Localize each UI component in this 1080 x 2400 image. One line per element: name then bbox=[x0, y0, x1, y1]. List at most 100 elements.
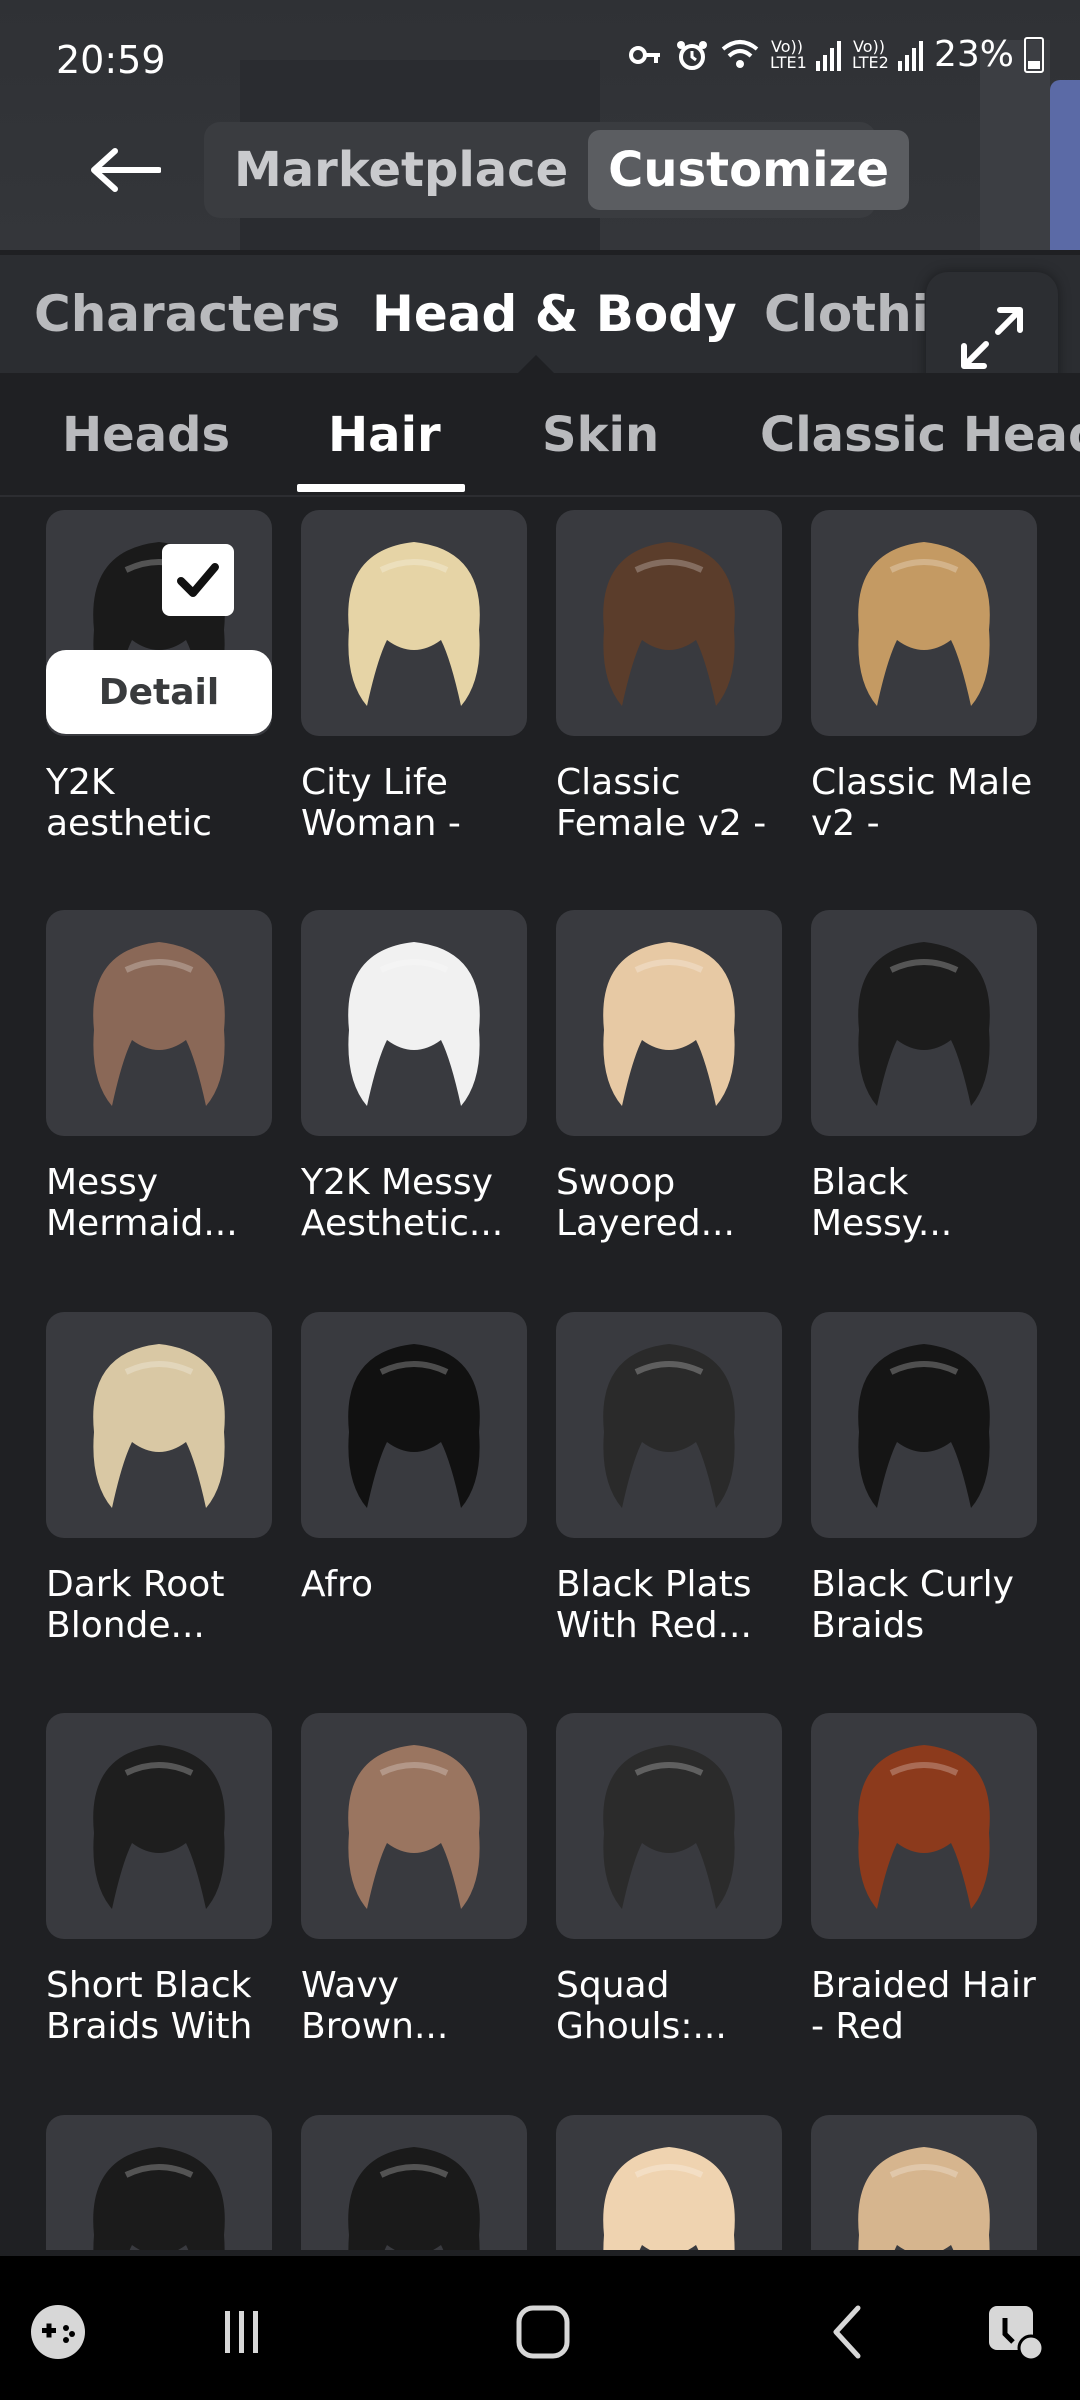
hair-item-name: Swoop Layered... bbox=[556, 1162, 735, 1244]
hair-thumbnail[interactable] bbox=[811, 1312, 1037, 1538]
hair-item-name: Black Plats With Red... bbox=[556, 1564, 752, 1646]
hair-icon bbox=[348, 1344, 480, 1508]
hair-thumbnail[interactable] bbox=[301, 1312, 527, 1538]
hair-item-card[interactable]: Wavy Brown... bbox=[301, 1713, 527, 2047]
hair-thumbnail[interactable] bbox=[46, 1312, 272, 1538]
hair-icon bbox=[348, 942, 480, 1106]
hair-thumbnail[interactable] bbox=[811, 510, 1037, 736]
hair-icon bbox=[858, 542, 990, 706]
selected-checkbox[interactable] bbox=[162, 544, 234, 616]
hair-thumbnail[interactable] bbox=[46, 1713, 272, 1939]
hair-thumbnail[interactable] bbox=[46, 2115, 272, 2250]
hair-item-card[interactable]: City Life Woman - bbox=[301, 510, 527, 844]
hair-icon bbox=[603, 542, 735, 706]
hair-item-card[interactable]: Dark Root Blonde... bbox=[46, 1312, 272, 1646]
check-icon bbox=[177, 563, 219, 597]
back-arrow-icon bbox=[91, 148, 161, 192]
hair-item-name: Classic Male v2 - bbox=[811, 762, 1033, 844]
hair-item-name: Afro bbox=[301, 1564, 374, 1605]
hair-thumbnail[interactable] bbox=[811, 910, 1037, 1136]
game-controller-button[interactable] bbox=[18, 2292, 98, 2372]
hair-icon bbox=[858, 2147, 990, 2250]
hair-thumbnail[interactable] bbox=[301, 1713, 527, 1939]
active-tab-underline bbox=[297, 484, 465, 492]
hair-thumbnail[interactable]: Detail bbox=[46, 510, 272, 736]
hair-icon bbox=[93, 1344, 225, 1508]
hair-thumbnail[interactable] bbox=[556, 2115, 782, 2250]
hair-thumbnail[interactable] bbox=[301, 510, 527, 736]
hair-thumbnail[interactable] bbox=[811, 2115, 1037, 2250]
system-nav-bar bbox=[0, 2256, 1080, 2400]
tab-hair[interactable]: Hair bbox=[328, 407, 441, 463]
tab-heads[interactable]: Heads bbox=[62, 407, 230, 463]
hair-item-name: Y2K aesthetic bbox=[46, 762, 212, 844]
wifi-icon bbox=[721, 39, 759, 68]
recent-apps-icon bbox=[225, 2311, 258, 2353]
hair-thumbnail[interactable] bbox=[556, 1713, 782, 1939]
hair-item-name: Black Curly Braids bbox=[811, 1564, 1014, 1646]
hair-item-name: Messy Mermaid... bbox=[46, 1162, 238, 1244]
game-controller-icon bbox=[31, 2305, 85, 2359]
hair-item-card[interactable] bbox=[811, 2115, 1037, 2250]
sub-tabs: Heads Hair Skin Classic Heads bbox=[0, 373, 1080, 497]
hair-item-card[interactable]: Detail Y2K aesthetic bbox=[46, 510, 272, 844]
hair-icon bbox=[603, 2147, 735, 2250]
accessibility-button[interactable] bbox=[975, 2292, 1055, 2372]
hair-thumbnail[interactable] bbox=[556, 510, 782, 736]
hair-icon bbox=[603, 1745, 735, 1909]
battery-percent: 23% bbox=[933, 34, 1014, 75]
hair-icon bbox=[603, 942, 735, 1106]
hair-icon bbox=[858, 942, 990, 1106]
tab-characters[interactable]: Characters bbox=[34, 285, 340, 343]
recent-apps-button[interactable] bbox=[202, 2292, 282, 2372]
hair-item-card[interactable]: Afro bbox=[301, 1312, 527, 1605]
home-icon bbox=[516, 2305, 570, 2359]
back-icon bbox=[833, 2305, 861, 2359]
status-icons: Vo)) LTE1 Vo)) LTE2 23% bbox=[628, 34, 1044, 75]
hair-item-card[interactable]: Black Plats With Red... bbox=[556, 1312, 782, 1646]
hair-icon bbox=[348, 1745, 480, 1909]
hair-icon bbox=[93, 942, 225, 1106]
hair-icon bbox=[858, 1745, 990, 1909]
hair-thumbnail[interactable] bbox=[301, 910, 527, 1136]
hair-item-card[interactable]: Short Black Braids With bbox=[46, 1713, 272, 2047]
hair-thumbnail[interactable] bbox=[46, 910, 272, 1136]
back-button[interactable] bbox=[80, 130, 170, 210]
back-nav-button[interactable] bbox=[808, 2292, 888, 2372]
hair-item-card[interactable]: Messy Mermaid... bbox=[46, 910, 272, 1244]
tab-marketplace[interactable]: Marketplace bbox=[214, 130, 588, 210]
detail-button[interactable]: Detail bbox=[46, 650, 272, 734]
hair-item-card[interactable] bbox=[46, 2115, 272, 2250]
tab-customize[interactable]: Customize bbox=[588, 130, 910, 210]
tab-classic-heads[interactable]: Classic Heads bbox=[760, 407, 1080, 463]
hair-icon bbox=[348, 2147, 480, 2250]
hair-item-card[interactable] bbox=[556, 2115, 782, 2250]
hair-item-card[interactable]: Classic Female v2 - bbox=[556, 510, 782, 844]
hair-thumbnail[interactable] bbox=[556, 1312, 782, 1538]
battery-icon bbox=[1024, 36, 1044, 73]
hair-item-name: Wavy Brown... bbox=[301, 1965, 449, 2047]
hair-item-card[interactable]: Braided Hair - Red bbox=[811, 1713, 1037, 2047]
tab-head-body[interactable]: Head & Body bbox=[372, 285, 737, 343]
hair-icon bbox=[93, 1745, 225, 1909]
hair-item-card[interactable]: Black Messy... bbox=[811, 910, 1037, 1244]
hair-item-card[interactable]: Black Curly Braids bbox=[811, 1312, 1037, 1646]
hair-item-card[interactable]: Classic Male v2 - bbox=[811, 510, 1037, 844]
hair-item-card[interactable]: Squad Ghouls:... bbox=[556, 1713, 782, 2047]
hair-item-name: Braided Hair - Red bbox=[811, 1965, 1036, 2047]
hair-item-card[interactable] bbox=[301, 2115, 527, 2250]
hair-item-name: Black Messy... bbox=[811, 1162, 953, 1244]
signal1-icon bbox=[815, 40, 841, 71]
signal2-icon bbox=[897, 40, 923, 71]
home-button[interactable] bbox=[503, 2292, 583, 2372]
hair-thumbnail[interactable] bbox=[811, 1713, 1037, 1939]
sim2-label: Vo)) LTE2 bbox=[851, 36, 889, 72]
expand-icon bbox=[961, 307, 1023, 369]
hair-thumbnail[interactable] bbox=[556, 910, 782, 1136]
hair-item-card[interactable]: Y2K Messy Aesthetic... bbox=[301, 910, 527, 1244]
hair-item-card[interactable]: Swoop Layered... bbox=[556, 910, 782, 1244]
tab-skin[interactable]: Skin bbox=[542, 407, 659, 463]
hair-grid: Detail Y2K aesthetic City Life Woman - Clas… bbox=[0, 500, 1080, 2250]
header-area: 20:59 Vo)) LTE1 Vo)) LTE2 23% Marketplac… bbox=[0, 0, 1080, 250]
hair-thumbnail[interactable] bbox=[301, 2115, 527, 2250]
